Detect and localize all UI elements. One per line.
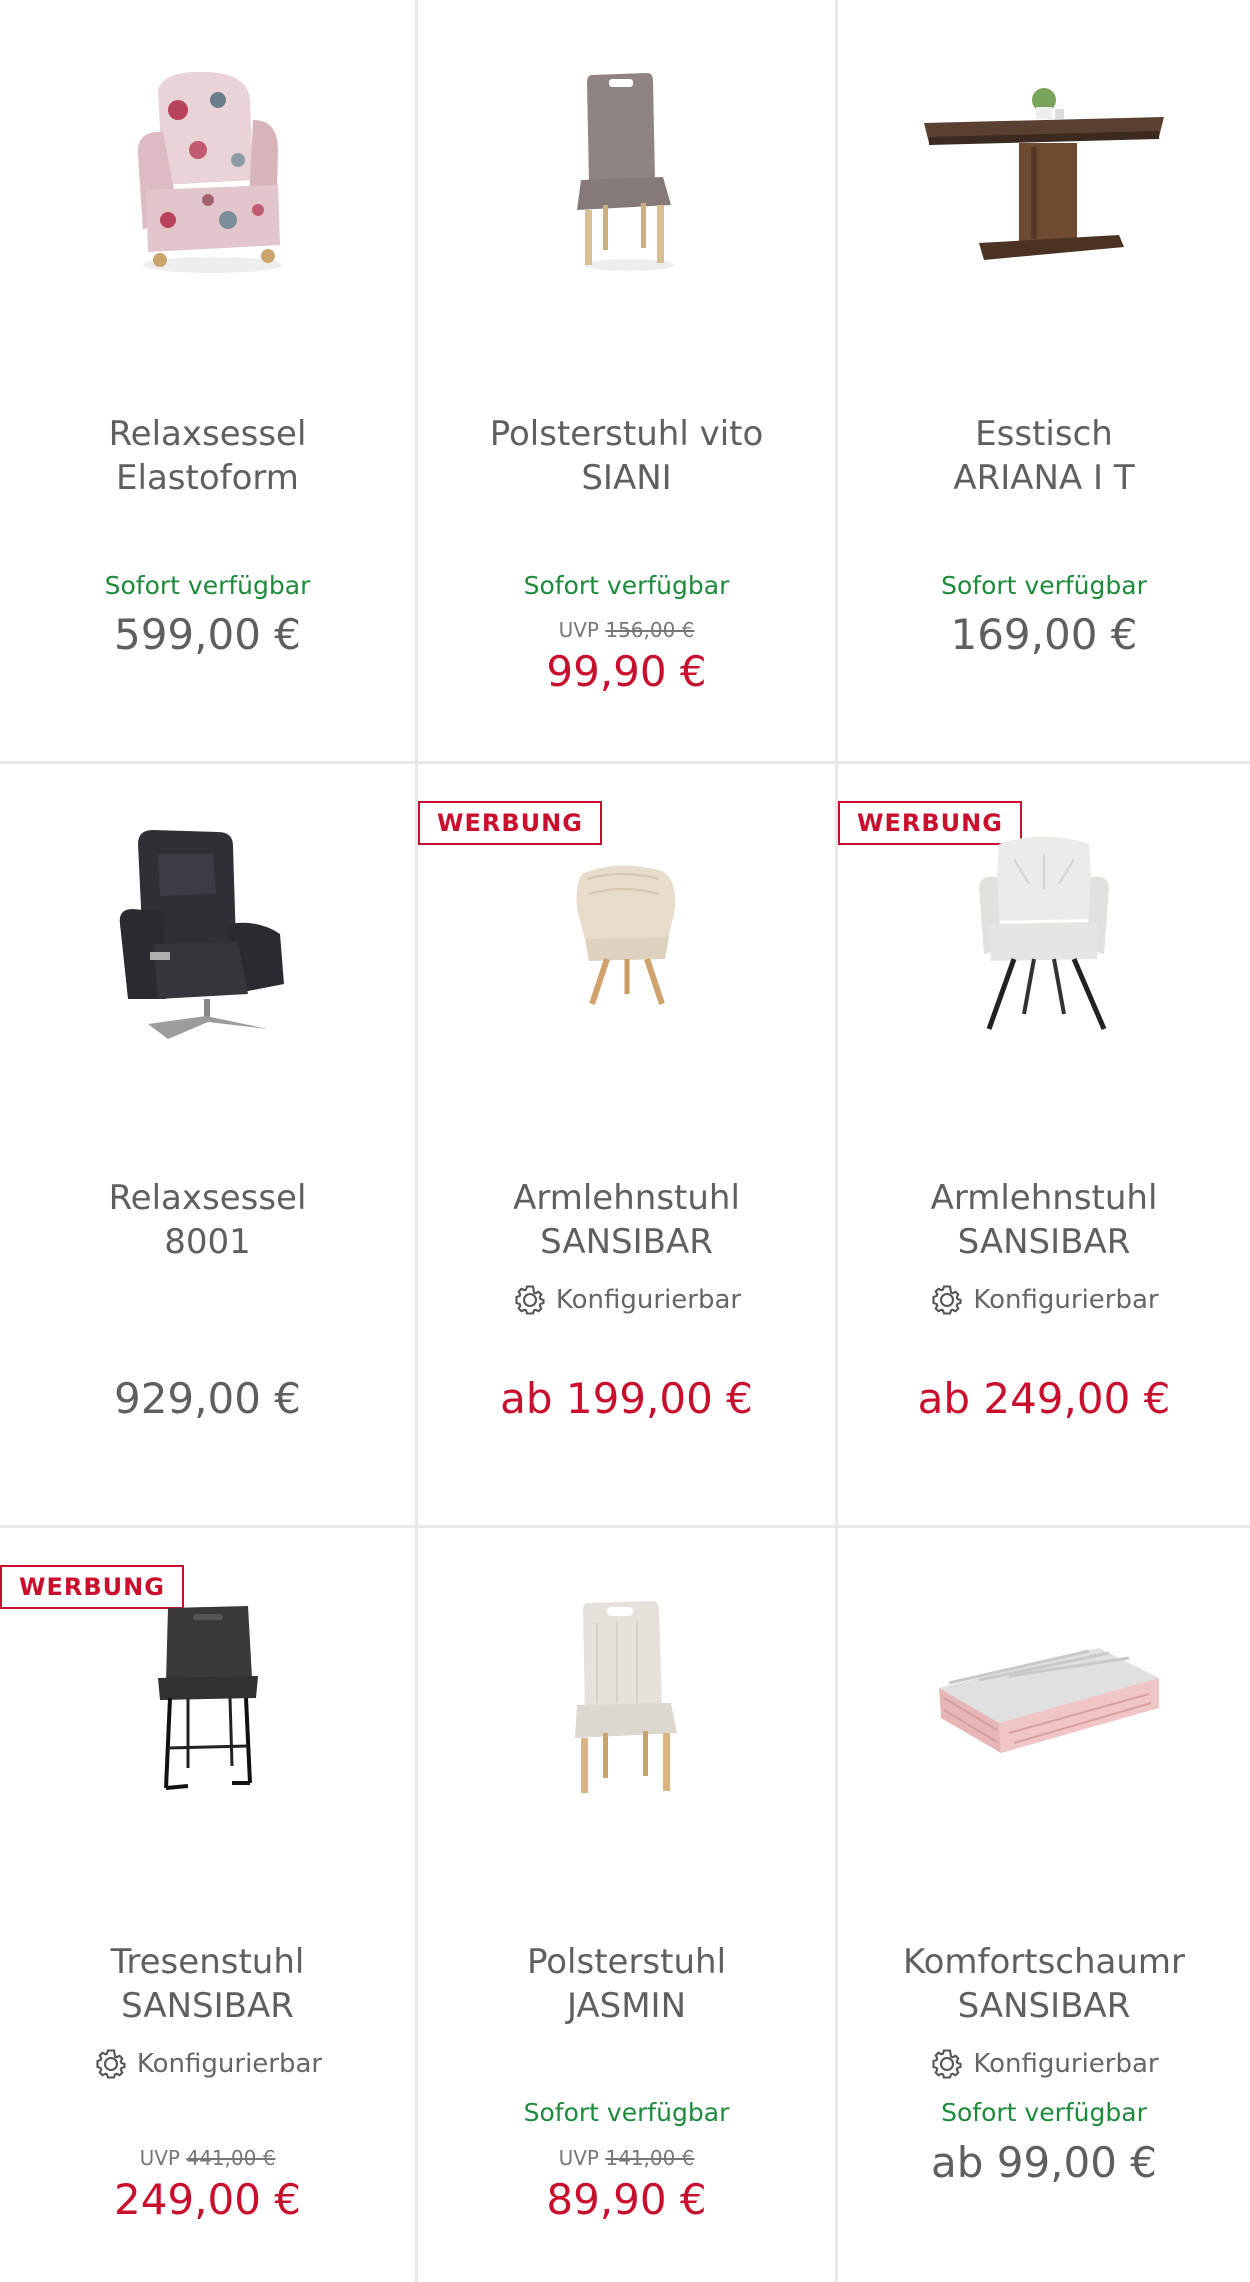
product-grid: Relaxsessel Elastoform Sofort verfügbar 5… xyxy=(0,0,1250,2282)
product-price: 89,90 € xyxy=(546,2175,707,2224)
product-title[interactable]: Esstisch ARIANA I T xyxy=(858,412,1230,500)
availability-label: Sofort verfügbar xyxy=(523,571,730,600)
product-card[interactable]: Relaxsessel 8001 929,00 € xyxy=(0,764,418,1528)
product-price: ab 99,00 € xyxy=(930,2138,1158,2187)
uvp-price: UVP 141,00 € xyxy=(418,2146,835,2170)
product-card[interactable]: Relaxsessel Elastoform Sofort verfügbar 5… xyxy=(0,0,418,764)
product-card[interactable]: WERBUNG Armlehnstuhl SANSIBAR Konfigurier… xyxy=(418,764,838,1528)
product-title[interactable]: Polsterstuhl JASMIN xyxy=(438,1940,815,2028)
gear-icon xyxy=(515,1285,545,1315)
availability-label: Sofort verfügbar xyxy=(941,2098,1147,2127)
configurable-label: Konfigurierbar xyxy=(418,1282,835,1318)
gear-icon xyxy=(932,2049,962,2079)
product-image-recliner[interactable] xyxy=(0,804,415,1064)
availability-label: Sofort verfügbar xyxy=(941,571,1147,600)
product-price: ab 199,00 € xyxy=(500,1374,753,1423)
uvp-label: UVP xyxy=(558,2146,599,2170)
product-title[interactable]: Relaxsessel 8001 xyxy=(20,1176,395,1264)
configurable-text: Konfigurierbar xyxy=(973,1285,1159,1315)
product-title[interactable]: Relaxsessel Elastoform xyxy=(20,412,395,500)
availability-label: Sofort verfügbar xyxy=(104,571,311,600)
configurable-label: Konfigurierbar xyxy=(0,2046,415,2082)
product-title[interactable]: Armlehnstuhl SANSIBAR xyxy=(438,1176,815,1264)
uvp-price: UVP 441,00 € xyxy=(0,2146,415,2170)
product-title[interactable]: Polsterstuhl vito SIANI xyxy=(438,412,815,500)
product-title[interactable]: Armlehnstuhl SANSIBAR xyxy=(858,1176,1230,1264)
configurable-text: Konfigurierbar xyxy=(136,2049,323,2079)
uvp-label: UVP xyxy=(139,2146,180,2170)
product-price: 929,00 € xyxy=(113,1374,302,1423)
old-price: 441,00 € xyxy=(186,2146,276,2170)
product-image-dining-table[interactable] xyxy=(838,40,1250,300)
product-image-beige-armchair-wood[interactable] xyxy=(418,804,835,1064)
product-price: 99,90 € xyxy=(546,647,707,696)
product-price: 599,00 € xyxy=(113,610,302,659)
old-price: 141,00 € xyxy=(605,2146,695,2170)
old-price: 156,00 € xyxy=(605,618,695,642)
product-price: ab 249,00 € xyxy=(917,1374,1171,1423)
product-price: 249,00 € xyxy=(113,2175,302,2224)
configurable-text: Konfigurierbar xyxy=(973,2049,1159,2079)
product-card[interactable]: Polsterstuhl vito SIANI Sofort verfügbar … xyxy=(418,0,838,764)
product-image-bar-stool[interactable] xyxy=(0,1568,415,1828)
product-price: 169,00 € xyxy=(950,610,1138,659)
product-image-floral-armchair[interactable] xyxy=(0,40,415,300)
product-title[interactable]: Komfortschaumr SANSIBAR xyxy=(858,1940,1230,2028)
product-card[interactable]: Esstisch ARIANA I T Sofort verfügbar 169,… xyxy=(838,0,1250,764)
configurable-label: Konfigurierbar xyxy=(838,2046,1250,2082)
gear-icon xyxy=(932,1285,962,1315)
uvp-label: UVP xyxy=(558,618,599,642)
product-image-cream-chair[interactable] xyxy=(418,1568,835,1828)
availability-label: Sofort verfügbar xyxy=(523,2098,730,2127)
product-image-taupe-chair[interactable] xyxy=(418,40,835,300)
configurable-label: Konfigurierbar xyxy=(838,1282,1250,1318)
product-card[interactable]: Polsterstuhl JASMIN Sofort verfügbar UVP … xyxy=(418,1528,838,2282)
product-card[interactable]: WERBUNG Armlehnstuhl SANSIBAR Konfigurier… xyxy=(838,764,1250,1528)
product-card[interactable]: WERBUNG Tresenstuhl SANSIBAR Konfigurierb… xyxy=(0,1528,418,2282)
uvp-price: UVP 156,00 € xyxy=(418,618,835,642)
product-image-white-armchair-metal[interactable] xyxy=(838,804,1250,1064)
product-image-foam-mattress[interactable] xyxy=(838,1568,1250,1828)
product-card[interactable]: Komfortschaumr SANSIBAR Konfigurierbar So… xyxy=(838,1528,1250,2282)
product-title[interactable]: Tresenstuhl SANSIBAR xyxy=(20,1940,395,2028)
configurable-text: Konfigurierbar xyxy=(555,1285,742,1315)
gear-icon xyxy=(96,2049,126,2079)
